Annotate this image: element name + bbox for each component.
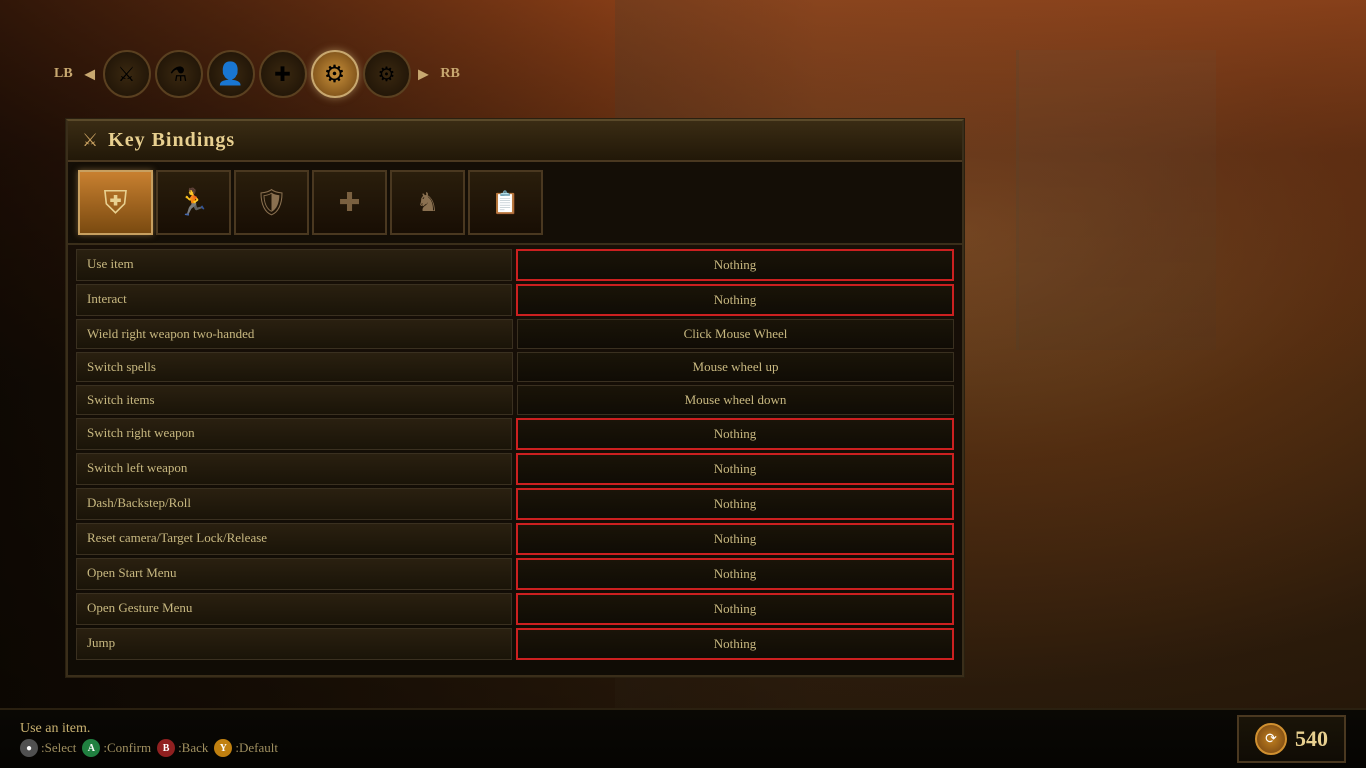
binding-key-0[interactable]: Nothing: [516, 249, 954, 281]
sub-tab-3[interactable]: ✚: [312, 170, 387, 235]
binding-key-11[interactable]: Nothing: [516, 628, 954, 660]
hint-back: B :Back: [157, 739, 208, 757]
select-label: :Select: [41, 740, 76, 756]
nav-icon-active[interactable]: ⚙: [311, 50, 359, 98]
left-bumper-label: LB: [54, 66, 73, 82]
sub-tab-0[interactable]: ⛨: [78, 170, 153, 235]
binding-row-11[interactable]: JumpNothing: [76, 628, 954, 660]
sub-tab-2[interactable]: 🛡: [234, 170, 309, 235]
binding-key-6[interactable]: Nothing: [516, 453, 954, 485]
binding-action-9: Open Start Menu: [76, 558, 512, 590]
nav-icon-head[interactable]: 👤: [207, 50, 255, 98]
binding-action-8: Reset camera/Target Lock/Release: [76, 523, 512, 555]
nav-icon-cross[interactable]: ✚: [259, 50, 307, 98]
binding-action-0: Use item: [76, 249, 512, 281]
binding-key-10[interactable]: Nothing: [516, 593, 954, 625]
confirm-circle: A: [82, 739, 100, 757]
binding-action-4: Switch items: [76, 385, 513, 415]
binding-key-8[interactable]: Nothing: [516, 523, 954, 555]
select-circle: ●: [20, 739, 38, 757]
sub-tab-5[interactable]: 📋: [468, 170, 543, 235]
binding-action-7: Dash/Backstep/Roll: [76, 488, 512, 520]
currency-display: ⟳ 540: [1237, 715, 1346, 763]
binding-row-6[interactable]: Switch left weaponNothing: [76, 453, 954, 485]
binding-row-7[interactable]: Dash/Backstep/RollNothing: [76, 488, 954, 520]
binding-action-2: Wield right weapon two-handed: [76, 319, 513, 349]
hint-buttons: ● :Select A :Confirm B :Back Y :Default: [20, 739, 1237, 757]
nav-icon-gear[interactable]: ⚙: [363, 50, 411, 98]
confirm-label: :Confirm: [103, 740, 151, 756]
bindings-area: Use itemNothingInteractNothingWield righ…: [68, 245, 962, 667]
binding-row-8[interactable]: Reset camera/Target Lock/ReleaseNothing: [76, 523, 954, 555]
binding-key-5[interactable]: Nothing: [516, 418, 954, 450]
default-circle: Y: [214, 739, 232, 757]
binding-row-3[interactable]: Switch spellsMouse wheel up: [76, 352, 954, 382]
right-bumper-label: RB: [440, 66, 459, 82]
sub-tab-4[interactable]: ♞: [390, 170, 465, 235]
binding-action-1: Interact: [76, 284, 512, 316]
binding-row-2[interactable]: Wield right weapon two-handedClick Mouse…: [76, 319, 954, 349]
binding-key-2[interactable]: Click Mouse Wheel: [517, 319, 954, 349]
bg-arch: [1016, 50, 1216, 350]
binding-action-3: Switch spells: [76, 352, 513, 382]
binding-row-10[interactable]: Open Gesture MenuNothing: [76, 593, 954, 625]
hint-confirm: A :Confirm: [82, 739, 151, 757]
hint-select: ● :Select: [20, 739, 76, 757]
hint-default: Y :Default: [214, 739, 278, 757]
nav-icon-sword[interactable]: ⚔: [103, 50, 151, 98]
top-navigation: LB ◄ ⚔ ⚗ 👤 ✚ ⚙ ⚙ ► RB: [50, 50, 464, 98]
binding-row-1[interactable]: InteractNothing: [76, 284, 954, 316]
binding-action-10: Open Gesture Menu: [76, 593, 512, 625]
right-arrow: ►: [415, 64, 433, 85]
binding-row-9[interactable]: Open Start MenuNothing: [76, 558, 954, 590]
binding-key-7[interactable]: Nothing: [516, 488, 954, 520]
sub-tab-1[interactable]: 🏃: [156, 170, 231, 235]
bottom-bar: Use an item. ● :Select A :Confirm B :Bac…: [0, 708, 1366, 768]
binding-row-4[interactable]: Switch itemsMouse wheel down: [76, 385, 954, 415]
binding-key-4[interactable]: Mouse wheel down: [517, 385, 954, 415]
key-bindings-panel: ⚔ Key Bindings ⛨ 🏃 🛡 ✚ ♞ 📋 Use itemNothi…: [65, 118, 965, 678]
panel-header: ⚔ Key Bindings: [68, 121, 962, 162]
back-circle: B: [157, 739, 175, 757]
back-label: :Back: [178, 740, 208, 756]
panel-title: Key Bindings: [108, 129, 235, 152]
binding-action-5: Switch right weapon: [76, 418, 512, 450]
sub-tabs-row: ⛨ 🏃 🛡 ✚ ♞ 📋: [68, 162, 962, 245]
binding-key-9[interactable]: Nothing: [516, 558, 954, 590]
binding-action-11: Jump: [76, 628, 512, 660]
binding-key-3[interactable]: Mouse wheel up: [517, 352, 954, 382]
binding-row-0[interactable]: Use itemNothing: [76, 249, 954, 281]
bottom-hint: Use an item. ● :Select A :Confirm B :Bac…: [20, 721, 1237, 757]
nav-icon-flask[interactable]: ⚗: [155, 50, 203, 98]
hint-text: Use an item.: [20, 721, 1237, 737]
binding-action-6: Switch left weapon: [76, 453, 512, 485]
default-label: :Default: [235, 740, 278, 756]
left-arrow: ◄: [81, 64, 99, 85]
currency-icon: ⟳: [1255, 723, 1287, 755]
binding-key-1[interactable]: Nothing: [516, 284, 954, 316]
currency-amount: 540: [1295, 726, 1328, 752]
currency-symbol: ⟳: [1265, 731, 1277, 748]
binding-row-5[interactable]: Switch right weaponNothing: [76, 418, 954, 450]
panel-title-icon: ⚔: [82, 130, 98, 151]
